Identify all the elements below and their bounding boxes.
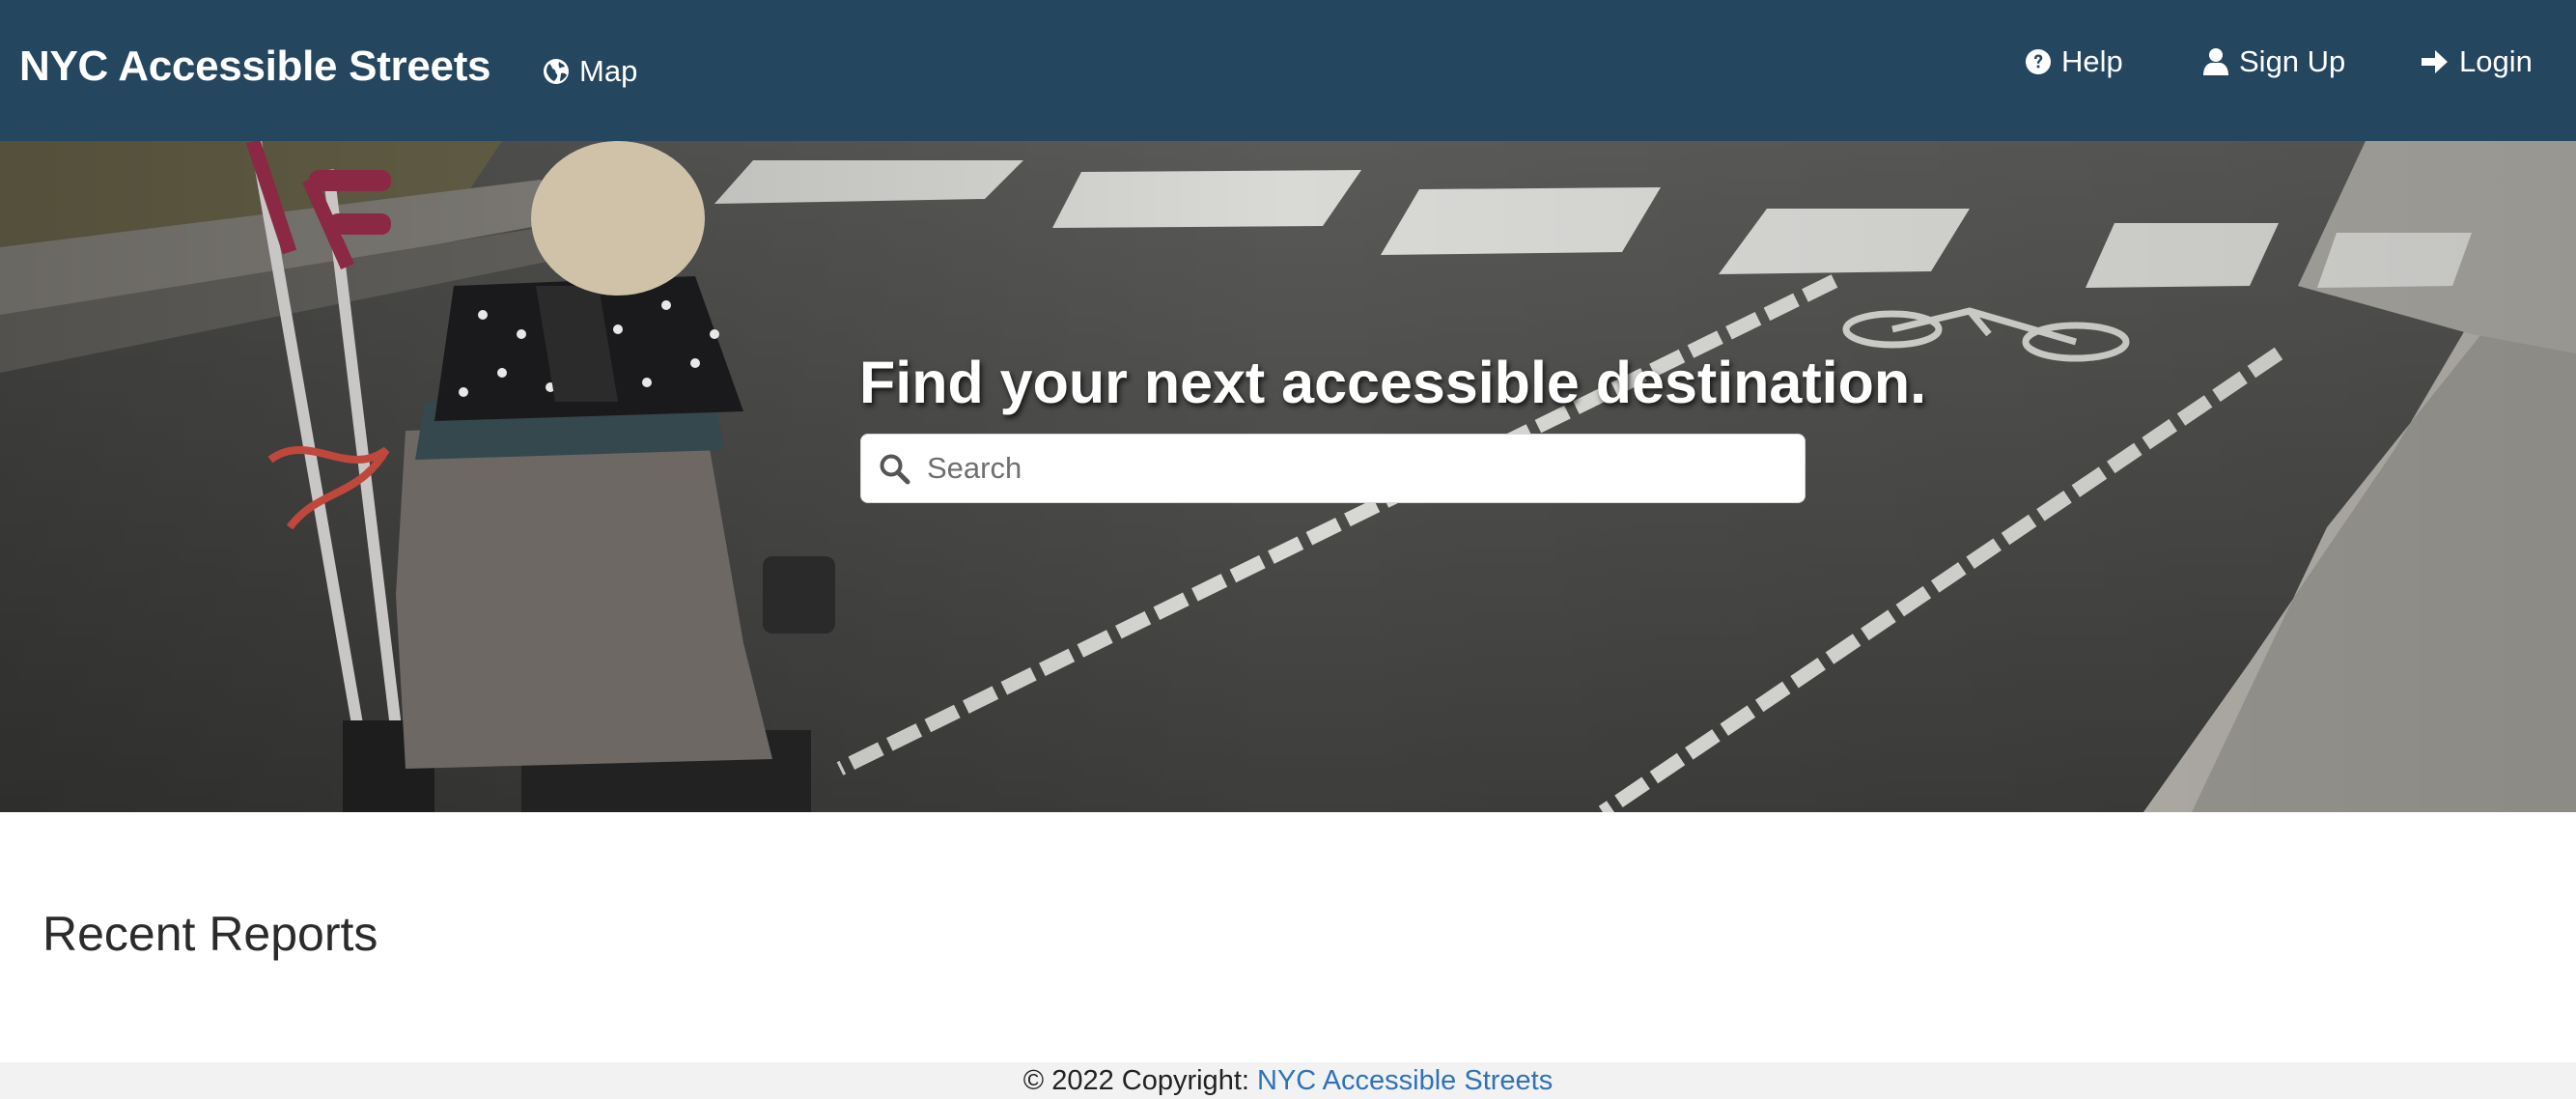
nav-help-link[interactable]: Help [2025,44,2123,79]
nav-map-label: Map [579,54,638,88]
search-bar[interactable] [860,434,1806,503]
nav-signup-link[interactable]: Sign Up [2202,44,2345,79]
nav-login-label: Login [2459,44,2533,78]
recent-reports-heading: Recent Reports [42,907,378,961]
nav-signup-label: Sign Up [2239,44,2346,78]
question-circle-icon [2025,48,2052,75]
nav-help-label: Help [2061,44,2123,78]
search-input[interactable] [927,435,1786,502]
top-navbar: NYC Accessible Streets Map Help Sign Up … [0,0,2576,141]
nav-map-link[interactable]: Map [543,54,637,89]
globe-icon [543,58,570,85]
hero-banner: Find your next accessible destination. [0,141,2576,812]
sign-in-arrow-icon [2421,49,2450,74]
footer-home-link[interactable]: NYC Accessible Streets [1257,1065,1553,1096]
brand-logo-link[interactable]: NYC Accessible Streets [19,42,491,91]
search-icon [879,453,911,491]
page-footer: © 2022 Copyright: NYC Accessible Streets [0,1062,2576,1099]
nav-login-link[interactable]: Login [2421,44,2533,79]
footer-copyright-text: © 2022 Copyright: [1022,1065,1257,1096]
hero-title: Find your next accessible destination. [859,350,1927,415]
user-icon [2202,47,2229,76]
